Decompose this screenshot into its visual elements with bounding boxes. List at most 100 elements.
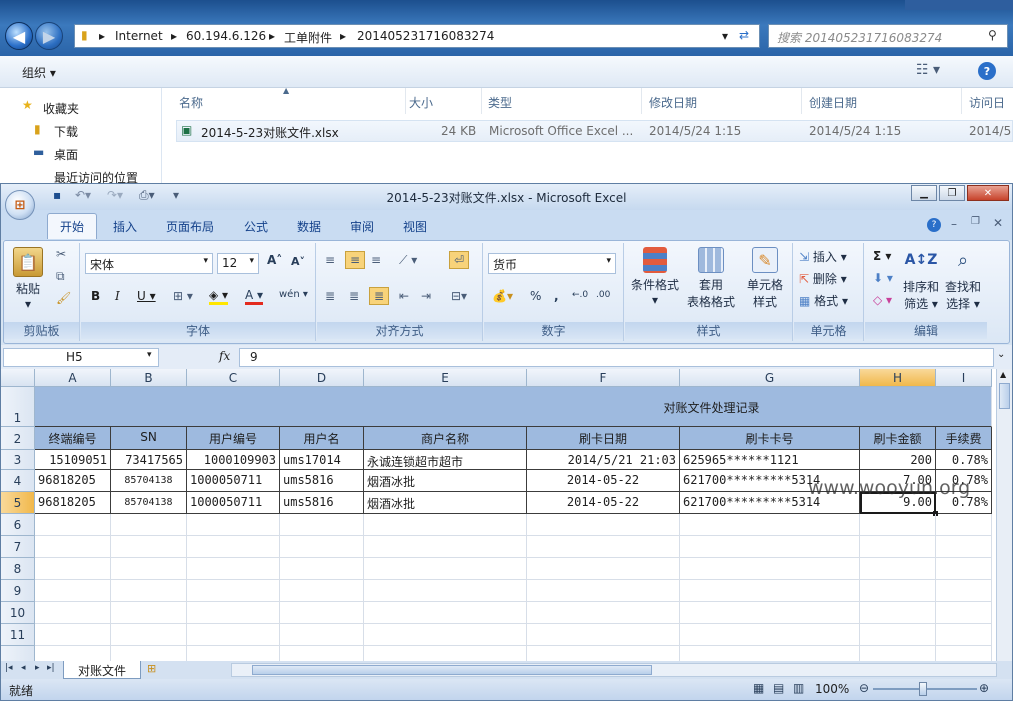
col-accessed[interactable]: 访问日 <box>969 94 1005 111</box>
data-cell[interactable]: 永诚连锁超市超市 <box>364 450 527 470</box>
header-cell[interactable]: 手续费 <box>936 427 992 450</box>
decrease-indent-icon[interactable]: ⇤ <box>399 289 409 303</box>
row-header-3[interactable]: 3 <box>1 450 35 470</box>
data-cell[interactable]: 2014/5/21 21:03 <box>527 450 680 470</box>
col-header-e[interactable]: E <box>364 369 527 387</box>
align-right-icon[interactable]: ≣ <box>369 287 390 305</box>
prev-sheet-icon[interactable]: ◂ <box>21 663 26 673</box>
search-icon[interactable]: ⚲ <box>988 28 997 42</box>
wrap-text-icon[interactable]: ⏎ <box>449 251 470 269</box>
find-select-button[interactable]: ⌕ 查找和 选择 ▾ <box>943 245 983 312</box>
excel-help-icon[interactable]: ? <box>927 218 941 232</box>
data-cell[interactable]: 1000050711 <box>187 470 280 492</box>
data-cell[interactable]: 200 <box>860 450 936 470</box>
paste-button[interactable]: 📋 粘贴 ▾ <box>10 247 46 311</box>
format-as-table-button[interactable]: 套用 表格格式 <box>683 247 739 310</box>
align-left-icon[interactable]: ≣ <box>325 289 335 303</box>
nav-favorites[interactable]: 收藏夹 <box>43 100 79 117</box>
organize-button[interactable]: 组织 ▾ <box>22 64 56 81</box>
header-cell[interactable]: 刷卡卡号 <box>680 427 860 450</box>
forward-button[interactable]: ▶ <box>35 22 63 50</box>
nav-downloads[interactable]: 下载 <box>54 123 78 140</box>
increase-indent-icon[interactable]: ⇥ <box>421 289 431 303</box>
fill-icon[interactable]: ⬇ ▾ <box>873 271 893 285</box>
bold-icon[interactable]: B <box>91 289 100 303</box>
shrink-font-icon[interactable]: A˅ <box>291 255 305 268</box>
header-cell[interactable]: 终端编号 <box>35 427 111 450</box>
restore-button[interactable]: ❐ <box>939 185 965 201</box>
row-header-7[interactable]: 7 <box>1 536 35 558</box>
header-cell[interactable]: 商户名称 <box>364 427 527 450</box>
explorer-window-controls[interactable] <box>905 0 1013 10</box>
data-cell[interactable]: ums5816 <box>280 470 364 492</box>
col-header-c[interactable]: C <box>187 369 280 387</box>
sheet-tab-active[interactable]: 对账文件 <box>63 661 141 679</box>
comma-style-icon[interactable]: , <box>554 289 559 303</box>
expand-formula-bar-icon[interactable]: ⌄ <box>997 349 1005 360</box>
percent-icon[interactable]: % <box>530 289 541 303</box>
row-header-12-partial[interactable] <box>1 646 35 662</box>
nav-desktop[interactable]: 桌面 <box>54 146 78 163</box>
align-middle-icon[interactable]: ≡ <box>345 251 366 269</box>
data-cell[interactable]: 85704138 <box>111 492 187 514</box>
copy-icon[interactable]: ⧉ <box>56 269 65 284</box>
col-name[interactable]: 名称 <box>179 94 203 111</box>
decrease-decimal-icon[interactable]: .00 <box>596 290 610 300</box>
search-input[interactable]: 搜索 201405231716083274 <box>768 24 1008 48</box>
row-header-9[interactable]: 9 <box>1 580 35 602</box>
header-cell[interactable]: 刷卡日期 <box>527 427 680 450</box>
minimize-button[interactable]: ▁ <box>911 185 937 201</box>
col-header-a[interactable]: A <box>35 369 111 387</box>
data-cell[interactable]: 1000109903 <box>187 450 280 470</box>
header-cell[interactable]: SN <box>111 427 187 450</box>
format-cells-button[interactable]: ▦ 格式 ▾ <box>798 291 849 311</box>
workbook-restore-icon[interactable]: ❐ <box>971 216 980 227</box>
row-header-5[interactable]: 5 <box>1 492 35 514</box>
row-header-4[interactable]: 4 <box>1 470 35 492</box>
workbook-minimize-icon[interactable]: – <box>951 217 957 231</box>
address-bar[interactable]: ▮ ▸ Internet ▸ 60.194.6.126 ▸ 工单附件 ▸ 201… <box>74 24 760 48</box>
data-cell[interactable]: 96818205 <box>35 470 111 492</box>
view-options-icon[interactable]: ☷ ▾ <box>916 62 940 78</box>
tab-insert[interactable]: 插入 <box>103 216 147 237</box>
normal-view-icon[interactable]: ▦ <box>753 681 764 695</box>
font-color-icon[interactable]: A ▾ <box>245 288 264 305</box>
insert-function-icon[interactable]: fx <box>219 349 230 363</box>
underline-icon[interactable]: U ▾ <box>137 289 156 303</box>
row-header-10[interactable]: 10 <box>1 602 35 624</box>
currency-icon[interactable]: 💰▾ <box>492 289 513 303</box>
data-cell[interactable]: 625965******1121 <box>680 450 860 470</box>
data-cell[interactable]: 0.78% <box>936 450 992 470</box>
number-format-select[interactable]: 货币 ▾ <box>488 253 616 274</box>
insert-sheet-icon[interactable]: ⊞ <box>147 662 156 675</box>
col-header-d[interactable]: D <box>280 369 364 387</box>
sort-filter-button[interactable]: A↕Z 排序和 筛选 ▾ <box>901 245 941 312</box>
address-dropdown-icon[interactable]: ▾ <box>722 29 728 43</box>
sheet-title-cell[interactable]: 对账文件处理记录 <box>35 387 992 427</box>
empty-cells-area[interactable] <box>35 514 992 662</box>
data-cell[interactable]: 2014-05-22 <box>527 492 680 514</box>
tab-home[interactable]: 开始 <box>47 213 98 239</box>
tab-formulas[interactable]: 公式 <box>234 216 278 237</box>
col-header-b[interactable]: B <box>111 369 187 387</box>
col-header-g[interactable]: G <box>680 369 860 387</box>
font-size-select[interactable]: 12 ▾ <box>217 253 259 274</box>
italic-icon[interactable]: I <box>115 289 120 303</box>
file-list-item[interactable]: ▣ 2014-5-23对账文件.xlsx 24 KB Microsoft Off… <box>176 120 1013 142</box>
breadcrumb-folder[interactable]: 工单附件 <box>284 29 332 46</box>
delete-cells-button[interactable]: ⇱ 删除 ▾ <box>798 269 848 289</box>
zoom-out-icon[interactable]: ⊖ <box>859 681 869 695</box>
row-header-11[interactable]: 11 <box>1 624 35 646</box>
tab-view[interactable]: 视图 <box>393 216 437 237</box>
data-cell[interactable]: 85704138 <box>111 470 187 492</box>
worksheet-grid[interactable]: A B C D E F G H I 1 2 3 4 5 6 7 8 9 10 1… <box>1 369 996 662</box>
grow-font-icon[interactable]: A˄ <box>267 253 282 267</box>
page-layout-view-icon[interactable]: ▤ <box>773 681 784 695</box>
data-cell[interactable]: 15109051 <box>35 450 111 470</box>
col-modified[interactable]: 修改日期 <box>649 94 697 111</box>
align-top-icon[interactable]: ≡ <box>325 253 335 267</box>
select-all-corner[interactable] <box>1 369 35 387</box>
clear-icon[interactable]: ◇ ▾ <box>873 293 892 307</box>
tab-data[interactable]: 数据 <box>287 216 331 237</box>
refresh-icon[interactable]: ⇄ <box>739 28 749 42</box>
